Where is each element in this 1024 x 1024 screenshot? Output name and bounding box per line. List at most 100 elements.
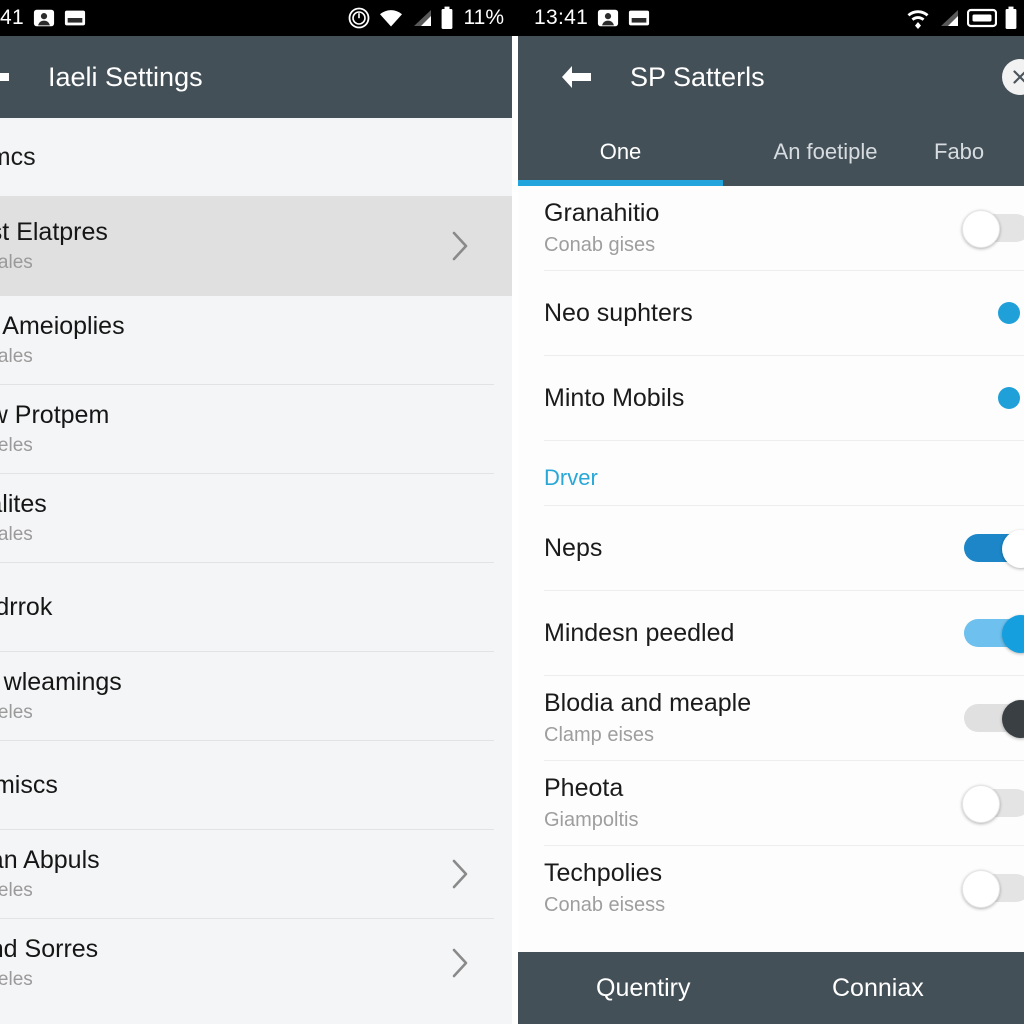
- tab-bar: One An foetiple Fabo: [518, 118, 1024, 186]
- setting-row-pheota[interactable]: Pheota Giampoltis: [518, 761, 1024, 845]
- right-settings-panel: One An foetiple Fabo Granahitio Conab gi…: [518, 118, 1024, 1024]
- setting-text: Neo suphters: [544, 299, 998, 328]
- setting-row-neps[interactable]: Neps: [518, 506, 1024, 590]
- setting-subtitle: Conab eisess: [544, 893, 666, 916]
- setting-text: Mindesn peedled: [544, 619, 964, 648]
- left-section-header: et mcs: [0, 118, 512, 196]
- setting-text: Minto Mobils: [544, 384, 998, 413]
- setting-row-granahitio[interactable]: Granahitio Conab gises: [518, 186, 1024, 270]
- cellular-signal-icon: [411, 7, 433, 29]
- list-item-text: em wleamings dh seles: [0, 668, 490, 725]
- setting-text: Granahitio Conab gises: [544, 199, 964, 257]
- app-bar-left: Iaeli Settings: [0, 36, 512, 118]
- conniax-button[interactable]: Conniax: [788, 974, 1024, 1003]
- list-item-title: how Protpem: [0, 400, 110, 429]
- contact-notification-icon: [33, 7, 55, 29]
- battery-icon: [440, 6, 454, 30]
- status-bar-right-indicators: [905, 6, 1018, 30]
- list-item-text: irand Sorres dh seles: [0, 935, 450, 992]
- status-bar-left-notifications: 41: [0, 6, 86, 30]
- setting-text: Neps: [544, 534, 964, 563]
- radio-minto-mobils[interactable]: [998, 387, 1020, 409]
- list-item-title: lusmiscs: [0, 770, 58, 799]
- setting-text: Techpolies Conab eisess: [544, 859, 964, 917]
- list-item-title: oledrrok: [0, 592, 53, 621]
- wifi-icon: [905, 6, 931, 30]
- status-bar-right: 13:41: [512, 0, 1024, 36]
- screen-cast-icon: [967, 7, 997, 29]
- sidebar-item-lusmiscs[interactable]: lusmiscs: [0, 741, 512, 829]
- list-item-title: irand Sorres: [0, 934, 99, 963]
- setting-title: Pheota: [544, 774, 624, 803]
- list-item-subtitle: dh seles: [0, 435, 33, 457]
- list-item-text: lusmiscs: [0, 771, 490, 800]
- setting-title: Neo suphters: [544, 298, 693, 327]
- wifi-icon: [378, 7, 404, 29]
- tab-one[interactable]: One: [518, 118, 723, 186]
- setting-title: Granahitio: [544, 199, 660, 228]
- radio-neo-suphters[interactable]: [998, 302, 1020, 324]
- back-arrow-icon[interactable]: [0, 64, 22, 90]
- list-item-title: oest Elatpres: [0, 217, 108, 246]
- list-item-text: nvalites dh sales: [0, 490, 490, 547]
- chevron-right-icon: [450, 947, 470, 979]
- image-notification-icon: [64, 7, 86, 29]
- list-item-subtitle: dh seles: [0, 969, 33, 991]
- list-item-title: nvalites: [0, 489, 47, 518]
- battery-percent-label: 11%: [463, 6, 504, 29]
- status-clock-right: 13:41: [534, 6, 589, 29]
- toggle-techpolies[interactable]: [962, 870, 1024, 908]
- toggle-mindesn-peedled[interactable]: [964, 615, 1024, 653]
- setting-title: Neps: [544, 533, 603, 562]
- sidebar-item-em-wleamings[interactable]: em wleamings dh seles: [0, 652, 512, 740]
- close-icon[interactable]: [1002, 59, 1024, 95]
- toggle-neps[interactable]: [964, 530, 1024, 568]
- setting-row-techpolies[interactable]: Techpolies Conab eisess: [518, 846, 1024, 930]
- setting-subtitle: Conab gises: [544, 233, 656, 256]
- status-bar-right-notifications: 13:41: [534, 6, 650, 30]
- tab-an-foetiple[interactable]: An foetiple: [723, 118, 928, 186]
- sidebar-item-irand-sorres[interactable]: irand Sorres dh seles: [0, 919, 512, 1007]
- battery-icon: [1004, 6, 1018, 30]
- toggle-granahitio[interactable]: [962, 210, 1024, 248]
- list-item-text: om Ameioplies dh sales: [0, 312, 490, 369]
- sidebar-item-dean-abpuls[interactable]: dean Abpuls dh seles: [0, 830, 512, 918]
- setting-text: Pheota Giampoltis: [544, 774, 964, 832]
- sidebar-item-how-protpem[interactable]: how Protpem dh seles: [0, 385, 512, 473]
- chevron-right-icon: [450, 858, 470, 890]
- list-item-text: oest Elatpres dh sales: [0, 218, 450, 275]
- setting-row-mindesn-peedled[interactable]: Mindesn peedled: [518, 591, 1024, 675]
- app-bar-right: SP Satterls: [518, 36, 1024, 118]
- setting-row-minto-mobils[interactable]: Minto Mobils: [518, 356, 1024, 440]
- list-item-title: om Ameioplies: [0, 311, 125, 340]
- left-settings-panel: et mcs oest Elatpres dh sales om Ameiopl…: [0, 118, 512, 1024]
- quentiry-button[interactable]: Quentiry: [518, 974, 788, 1003]
- page-title: Iaeli Settings: [48, 61, 203, 92]
- toggle-knob: [962, 210, 1000, 248]
- dialog-title: SP Satterls: [630, 61, 765, 92]
- contact-notification-icon: [597, 7, 619, 29]
- sidebar-item-oledrrok[interactable]: oledrrok: [0, 563, 512, 651]
- list-item-text: how Protpem dh seles: [0, 401, 490, 458]
- setting-row-neo-suphters[interactable]: Neo suphters: [518, 271, 1024, 355]
- cellular-signal-icon: [938, 7, 960, 29]
- list-item-subtitle: dh seles: [0, 880, 33, 902]
- list-item-title: em wleamings: [0, 667, 122, 696]
- setting-title: Minto Mobils: [544, 383, 685, 412]
- toggle-blodia-and-meaple[interactable]: [964, 700, 1024, 738]
- sidebar-item-nvalites[interactable]: nvalites dh sales: [0, 474, 512, 562]
- sidebar-item-om-ameioplies[interactable]: om Ameioplies dh sales: [0, 296, 512, 384]
- settings-list: Granahitio Conab gises Neo suphters Mint…: [518, 186, 1024, 930]
- status-clock-left: 41: [0, 6, 24, 29]
- tab-fabo[interactable]: Fabo: [928, 118, 1024, 186]
- list-item-subtitle: dh seles: [0, 702, 33, 724]
- sidebar-item-oest-elatpres[interactable]: oest Elatpres dh sales: [0, 196, 512, 296]
- list-item-subtitle: dh sales: [0, 524, 33, 546]
- back-arrow-icon[interactable]: [548, 64, 604, 90]
- screen: 41 11% 13:41 Iaeli Settings SP Satterls …: [0, 0, 1024, 1024]
- setting-text: Blodia and meaple Clamp eises: [544, 689, 964, 747]
- toggle-pheota[interactable]: [962, 785, 1024, 823]
- list-item-text: oledrrok: [0, 593, 490, 622]
- list-item-subtitle: dh sales: [0, 346, 33, 368]
- setting-row-blodia-and-meaple[interactable]: Blodia and meaple Clamp eises: [518, 676, 1024, 760]
